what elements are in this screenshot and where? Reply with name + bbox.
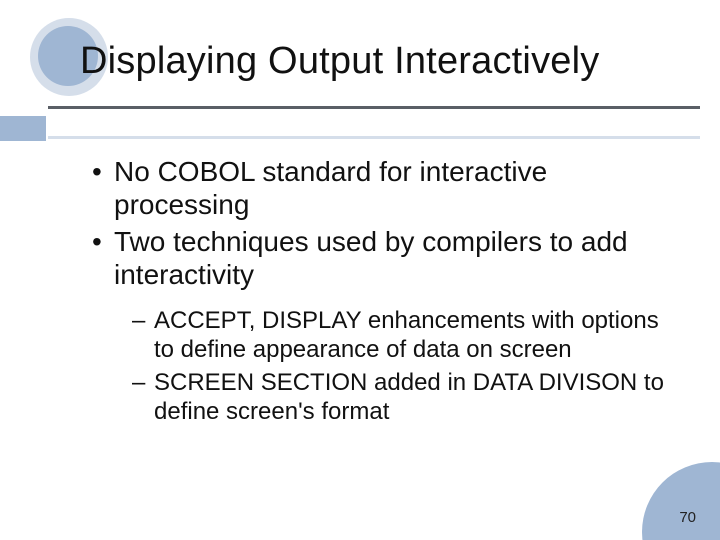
title-rule-dark	[48, 106, 700, 109]
bullet-text: No COBOL standard for interactive proces…	[114, 156, 547, 220]
title-rule-light	[48, 136, 700, 139]
slide-title: Displaying Output Interactively	[80, 40, 690, 83]
slide: Displaying Output Interactively No COBOL…	[0, 0, 720, 540]
bullet-item: No COBOL standard for interactive proces…	[92, 155, 670, 221]
sub-bullet-text: SCREEN SECTION added in DATA DIVISON to …	[154, 369, 664, 425]
page-number: 70	[679, 509, 696, 526]
bullet-item: Two techniques used by compilers to add …	[92, 225, 670, 426]
sub-bullet-text: ACCEPT, DISPLAY enhancements with option…	[154, 307, 659, 363]
bullet-text: Two techniques used by compilers to add …	[114, 226, 628, 290]
sub-bullet-item: SCREEN SECTION added in DATA DIVISON to …	[132, 369, 670, 427]
left-accent-bar	[0, 116, 46, 141]
decor-corner-circle	[642, 462, 720, 540]
bullet-list-level2: ACCEPT, DISPLAY enhancements with option…	[132, 307, 670, 426]
slide-body: No COBOL standard for interactive proces…	[92, 155, 670, 430]
sub-bullet-item: ACCEPT, DISPLAY enhancements with option…	[132, 307, 670, 365]
bullet-list-level1: No COBOL standard for interactive proces…	[92, 155, 670, 426]
